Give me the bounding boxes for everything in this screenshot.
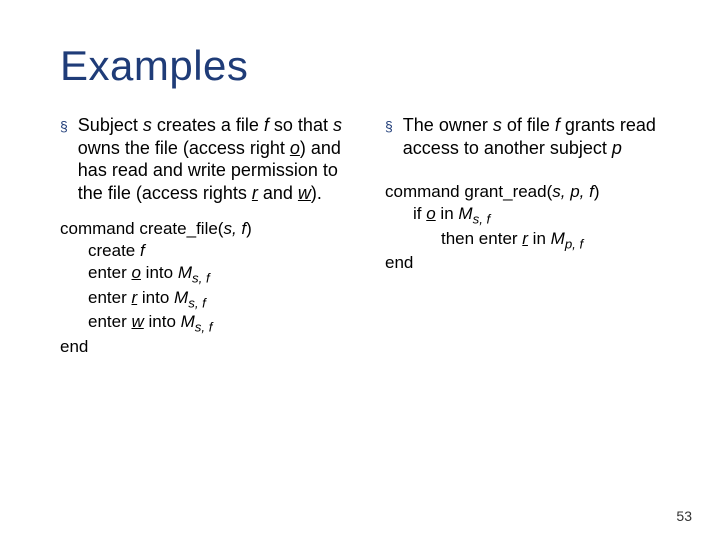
content-columns: § Subject s creates a file f so that s o… xyxy=(60,114,680,358)
cmd-line: if o in Ms, f xyxy=(385,203,680,228)
var-s: s xyxy=(333,115,342,135)
t: so that xyxy=(269,115,333,135)
matrix-M: M xyxy=(181,312,195,331)
args: s, f xyxy=(223,219,246,238)
subscript: s, f xyxy=(195,320,213,335)
page-number: 53 xyxy=(676,508,692,524)
t: ) xyxy=(246,219,252,238)
cmd-header: command grant_read(s, p, f) xyxy=(385,181,680,203)
t: command grant_read( xyxy=(385,182,552,201)
var-p: p xyxy=(612,138,622,158)
t: ). xyxy=(311,183,322,203)
right-bullet: § The owner s of file f grants read acce… xyxy=(385,114,680,159)
var-f: f xyxy=(140,241,145,260)
t: owns the file (access right xyxy=(78,138,290,158)
right-o: o xyxy=(290,138,300,158)
matrix-M: M xyxy=(178,263,192,282)
matrix-M: M xyxy=(551,229,565,248)
t: into xyxy=(141,263,178,282)
cmd-line: enter r into Ms, f xyxy=(60,287,355,312)
left-bullet-text: Subject s creates a file f so that s own… xyxy=(78,114,355,204)
slide: Examples § Subject s creates a file f so… xyxy=(0,0,720,540)
t: enter xyxy=(88,288,131,307)
subscript: s, f xyxy=(192,271,210,286)
matrix-M: M xyxy=(458,204,472,223)
t: creates a file xyxy=(152,115,264,135)
var-s: s xyxy=(143,115,152,135)
left-bullet: § Subject s creates a file f so that s o… xyxy=(60,114,355,204)
right-command-block: command grant_read(s, p, f) if o in Ms, … xyxy=(385,181,680,274)
t: Subject xyxy=(78,115,143,135)
cmd-line: enter o into Ms, f xyxy=(60,262,355,287)
cmd-header: command create_file(s, f) xyxy=(60,218,355,240)
left-column: § Subject s creates a file f so that s o… xyxy=(60,114,355,358)
t: enter xyxy=(88,263,131,282)
bullet-icon: § xyxy=(60,118,68,136)
slide-title: Examples xyxy=(60,42,680,90)
subscript: p, f xyxy=(565,236,583,251)
cmd-end: end xyxy=(60,336,355,358)
t: The owner xyxy=(403,115,493,135)
t: into xyxy=(137,288,174,307)
right-o: o xyxy=(426,204,435,223)
t: and xyxy=(258,183,298,203)
t: of file xyxy=(502,115,555,135)
t: enter xyxy=(88,312,131,331)
cmd-line: then enter r in Mp, f xyxy=(385,228,680,253)
args: s, p, f xyxy=(552,182,594,201)
right-column: § The owner s of file f grants read acce… xyxy=(385,114,680,358)
right-w: w xyxy=(298,183,311,203)
t: if xyxy=(413,204,426,223)
t: ) xyxy=(594,182,600,201)
t: into xyxy=(144,312,181,331)
bullet-icon: § xyxy=(385,118,393,136)
t: create xyxy=(88,241,140,260)
var-s: s xyxy=(493,115,502,135)
matrix-M: M xyxy=(174,288,188,307)
cmd-end: end xyxy=(385,252,680,274)
t: in xyxy=(528,229,551,248)
right-o: o xyxy=(131,263,140,282)
left-command-block: command create_file(s, f) create f enter… xyxy=(60,218,355,358)
cmd-line: create f xyxy=(60,240,355,262)
subscript: s, f xyxy=(188,295,206,310)
t: in xyxy=(436,204,459,223)
right-bullet-text: The owner s of file f grants read access… xyxy=(403,114,680,159)
t: then enter xyxy=(441,229,522,248)
t: command create_file( xyxy=(60,219,223,238)
cmd-line: enter w into Ms, f xyxy=(60,311,355,336)
subscript: s, f xyxy=(473,211,491,226)
right-w: w xyxy=(131,312,143,331)
